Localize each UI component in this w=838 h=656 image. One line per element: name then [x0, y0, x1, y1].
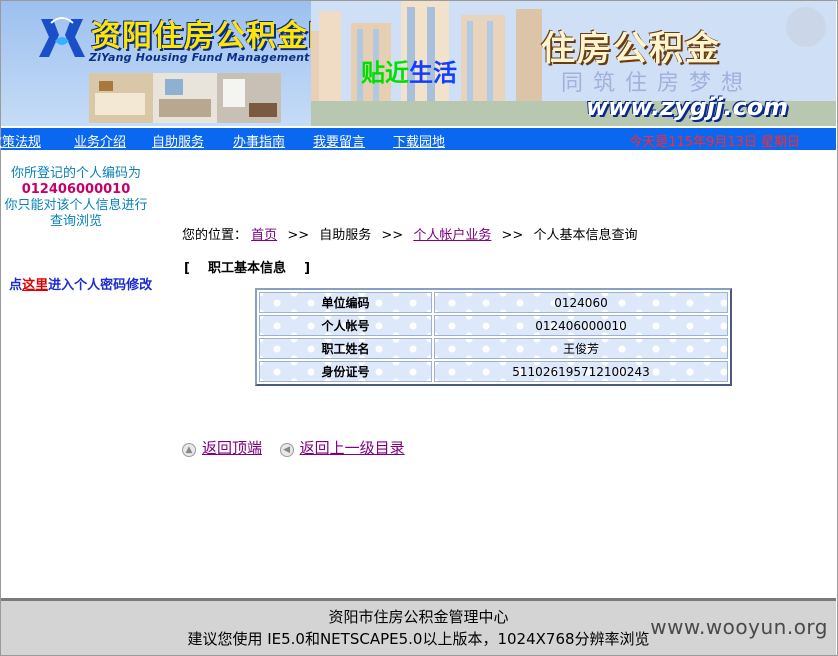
table-row: 单位编码 0124060: [259, 292, 728, 313]
arrow-up-icon: ▲: [182, 443, 196, 457]
nav-self-service[interactable]: 自助服务: [152, 131, 204, 150]
sidebar-line3: 查询浏览: [49, 214, 102, 229]
breadcrumb-personal-account[interactable]: 个人帐户业务: [413, 228, 491, 243]
watermark: www.wooyun.org: [650, 615, 828, 639]
site-url: www.zygjj.com: [586, 93, 789, 121]
breadcrumb-current: 个人基本信息查询: [533, 228, 638, 243]
header-banner: 资阳住房公积金网 ZiYang Housing Fund Management …: [1, 1, 836, 126]
pwd-suffix: 进入个人密码修改: [48, 278, 153, 293]
breadcrumb-label: 您的位置：: [182, 228, 248, 243]
nav-guide[interactable]: 办事指南: [233, 131, 285, 150]
breadcrumb-separator: >>: [501, 228, 524, 243]
password-change-link[interactable]: 这里: [22, 278, 48, 293]
back-links: ▲ 返回顶端 ◀ 返回上一级目录: [182, 437, 405, 458]
row-label-unit-code: 单位编码: [259, 292, 432, 313]
interior-photos-image: [89, 73, 281, 123]
breadcrumb-home[interactable]: 首页: [251, 228, 277, 243]
nav-bar: 政策法规 业务介绍 自助服务 办事指南 我要留言 下载园地 今天是115年9月1…: [0, 128, 836, 150]
breadcrumb: 您的位置： 首页 >> 自助服务 >> 个人帐户业务 >> 个人基本信息查询: [182, 224, 637, 243]
row-value-account: 012406000010: [434, 315, 728, 336]
row-value-id-number: 511026195712100243: [434, 361, 728, 382]
row-label-account: 个人帐号: [259, 315, 432, 336]
nav-download[interactable]: 下载园地: [393, 131, 445, 150]
nav-policy[interactable]: 政策法规: [0, 131, 41, 150]
section-title: [ 职工基本信息 ]: [184, 261, 311, 276]
personal-code: 012406000010: [21, 182, 131, 197]
table-row: 身份证号 511026195712100243: [259, 361, 728, 382]
back-to-top-link[interactable]: 返回顶端: [202, 439, 262, 457]
sidebar-info: 你所登记的个人编码为 012406000010 你只能对该个人信息进行 查询浏览: [0, 166, 152, 230]
site-logo-icon: [39, 17, 85, 57]
nav-message[interactable]: 我要留言: [313, 131, 365, 150]
welcome-part1: 贴近: [361, 59, 409, 87]
welcome-part2: 生活: [409, 59, 457, 87]
row-label-name: 职工姓名: [259, 338, 432, 359]
row-value-name: 王俊芳: [434, 338, 728, 359]
nav-business-intro[interactable]: 业务介绍: [74, 131, 126, 150]
employee-info-table: 单位编码 0124060 个人帐号 012406000010 职工姓名 王俊芳 …: [255, 288, 732, 386]
pwd-prefix: 点: [9, 278, 23, 293]
sidebar-line1: 你所登记的个人编码为: [10, 166, 141, 181]
table-row: 个人帐号 012406000010: [259, 315, 728, 336]
row-label-id-number: 身份证号: [259, 361, 432, 382]
breadcrumb-separator: >>: [381, 228, 404, 243]
breadcrumb-separator: >>: [287, 228, 310, 243]
current-date: 今天是115年9月13日 星期日: [629, 135, 800, 150]
row-value-unit-code: 0124060: [434, 292, 728, 313]
arrow-left-icon: ◀: [279, 443, 294, 457]
password-change-note: 点这里进入个人密码修改: [0, 278, 160, 294]
fund-title: 住房公积金: [541, 29, 721, 69]
table-row: 职工姓名 王俊芳: [259, 338, 728, 359]
back-up-level-link[interactable]: 返回上一级目录: [300, 439, 405, 457]
site-title: 资阳住房公积金网: [91, 19, 339, 54]
welcome-slogan: 贴近生活: [361, 53, 457, 88]
breadcrumb-self-service: 自助服务: [319, 228, 372, 243]
sidebar-line2: 你只能对该个人信息进行: [4, 198, 148, 213]
